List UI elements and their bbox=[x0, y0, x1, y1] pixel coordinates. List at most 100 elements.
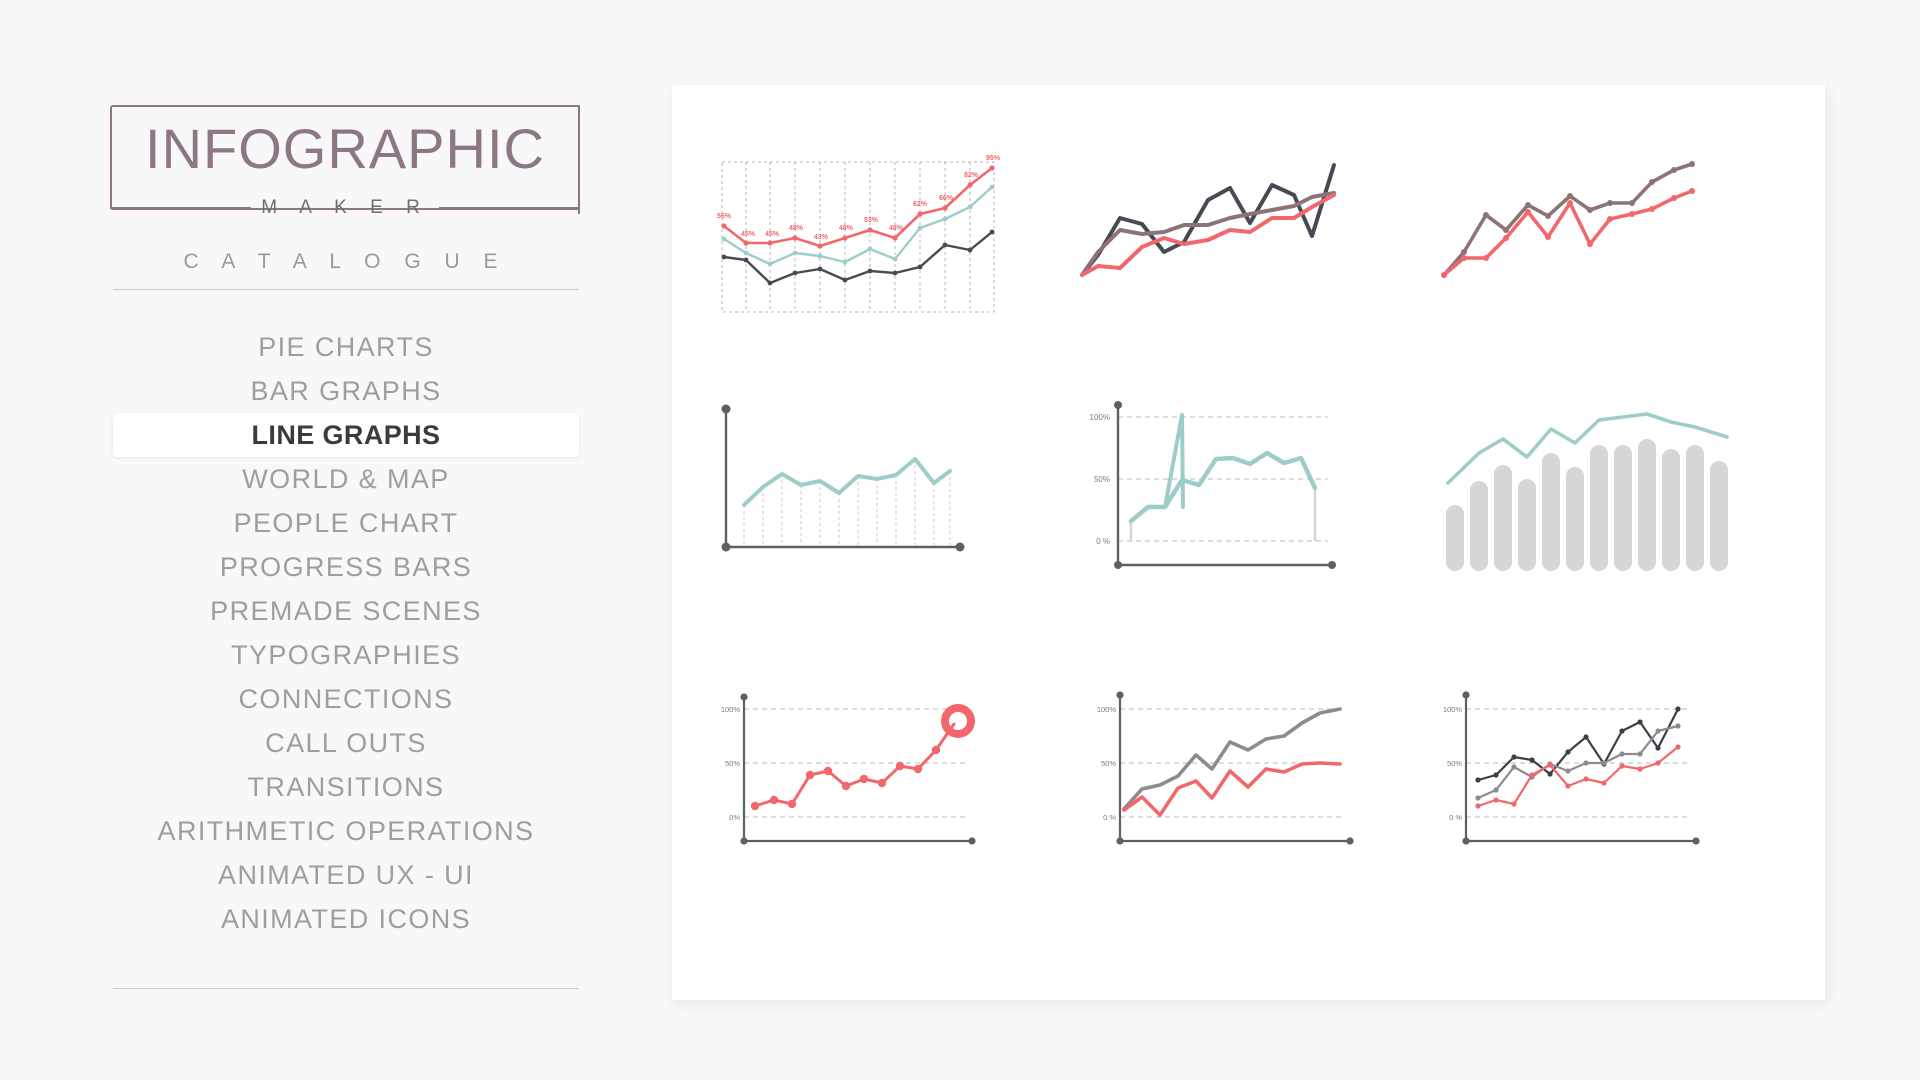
y-axis-tick-labels: 100% 50% 0 % bbox=[1443, 705, 1463, 822]
sidebar-item-bar-graphs[interactable]: BAR GRAPHS bbox=[113, 369, 579, 413]
series-dark bbox=[722, 230, 994, 285]
highlight-donut-marker[interactable] bbox=[941, 704, 975, 738]
series-red bbox=[753, 722, 956, 808]
sidebar-item-arithmetic-operations[interactable]: ARITHMETIC OPERATIONS bbox=[113, 809, 579, 853]
sidebar-item-world-map[interactable]: WORLD & MAP bbox=[113, 457, 579, 501]
series-dark bbox=[1080, 163, 1336, 277]
sidebar-item-people-chart[interactable]: PEOPLE CHART bbox=[113, 501, 579, 545]
svg-text:0%: 0% bbox=[729, 813, 740, 822]
svg-text:62%: 62% bbox=[913, 201, 928, 208]
app-root: INFOGRAPHIC M A K E R C A T A L O G U E … bbox=[0, 0, 1920, 1080]
chart-card-teal-droplines[interactable] bbox=[710, 395, 1040, 645]
chart-card-teal-percent-axis[interactable]: 100% 50% 0 % bbox=[1072, 395, 1402, 645]
axis-dot-origin bbox=[1462, 837, 1470, 845]
axis-dot-origin bbox=[740, 837, 748, 845]
axis-dot-top bbox=[1462, 691, 1470, 699]
svg-text:50%: 50% bbox=[1094, 475, 1110, 484]
droplines bbox=[743, 459, 951, 545]
chart-svg: 56% 45% 45% 48% 43% 48% 53% 48% 62% 66% … bbox=[717, 155, 1001, 313]
svg-text:82%: 82% bbox=[964, 172, 979, 179]
axis-dot-origin bbox=[1116, 837, 1124, 845]
svg-text:45%: 45% bbox=[741, 231, 756, 238]
chart-card-three-series-markers-percent[interactable]: 100% 50% 0 % bbox=[1434, 685, 1764, 935]
axis-dot-right bbox=[1328, 561, 1336, 569]
svg-text:50%: 50% bbox=[1101, 759, 1116, 768]
series-red-markers bbox=[721, 165, 995, 249]
sidebar-item-transitions[interactable]: TRANSITIONS bbox=[113, 765, 579, 809]
svg-text:0 %: 0 % bbox=[1103, 813, 1116, 822]
sidebar-item-pie-charts[interactable]: PIE CHARTS bbox=[113, 325, 579, 369]
chart-card-grid-line-3series-labeled[interactable]: 56% 45% 45% 48% 43% 48% 53% 48% 62% 66% … bbox=[710, 140, 1040, 390]
chart-card-two-series-percent[interactable]: 100% 50% 0 % bbox=[1072, 685, 1402, 935]
svg-text:50%: 50% bbox=[1447, 759, 1462, 768]
catalogue-menu: PIE CHARTS BAR GRAPHS LINE GRAPHS WORLD … bbox=[113, 325, 579, 941]
series-gray bbox=[1122, 707, 1342, 811]
template-gallery-panel: 56% 45% 45% 48% 43% 48% 53% 48% 62% 66% … bbox=[672, 85, 1825, 1000]
axis-dot-top bbox=[1114, 401, 1122, 409]
sidebar-item-progress-bars[interactable]: PROGRESS BARS bbox=[113, 545, 579, 589]
axis-dot-top bbox=[721, 404, 731, 414]
gridlines bbox=[1118, 416, 1328, 542]
axis-dot-origin bbox=[1114, 561, 1122, 569]
chart-frame bbox=[721, 161, 995, 313]
series-red bbox=[1122, 761, 1342, 817]
axis bbox=[742, 697, 972, 843]
chart-card-bars-with-teal-line[interactable] bbox=[1434, 395, 1764, 645]
axis-dot-right bbox=[1692, 837, 1700, 845]
axis-dot-right bbox=[955, 542, 965, 552]
series-red-markers bbox=[1441, 188, 1695, 278]
catalogue-heading: C A T A L O G U E bbox=[183, 250, 507, 273]
svg-text:100%: 100% bbox=[1090, 413, 1110, 422]
axis-dot-right bbox=[968, 837, 976, 845]
axis-dot-origin bbox=[721, 542, 731, 552]
svg-text:100%: 100% bbox=[1443, 705, 1463, 714]
svg-text:100%: 100% bbox=[721, 705, 741, 714]
y-axis-tick-labels: 100% 50% 0 % bbox=[1097, 705, 1117, 822]
divider-bottom bbox=[113, 988, 579, 989]
sidebar-item-premade-scenes[interactable]: PREMADE SCENES bbox=[113, 589, 579, 633]
divider-top bbox=[113, 289, 579, 290]
logo-subtitle: M A K E R bbox=[261, 197, 429, 218]
template-grid: 56% 45% 45% 48% 43% 48% 53% 48% 62% 66% … bbox=[672, 85, 1825, 1000]
sidebar-item-connections[interactable]: CONNECTIONS bbox=[113, 677, 579, 721]
axis bbox=[1464, 695, 1696, 843]
svg-text:53%: 53% bbox=[864, 217, 879, 224]
chart-svg: 100% 50% 0 % bbox=[1090, 401, 1336, 569]
sidebar: INFOGRAPHIC M A K E R C A T A L O G U E … bbox=[0, 0, 600, 1080]
axis-dot-top bbox=[740, 693, 748, 701]
axis-dot-top bbox=[1116, 691, 1124, 699]
y-axis-tick-labels: 100% 50% 0% bbox=[721, 705, 741, 822]
logo-rule-right bbox=[438, 207, 580, 209]
chart-svg bbox=[1080, 163, 1336, 277]
svg-text:48%: 48% bbox=[889, 225, 904, 232]
svg-text:0 %: 0 % bbox=[1449, 813, 1462, 822]
sidebar-item-call-outs[interactable]: CALL OUTS bbox=[113, 721, 579, 765]
sidebar-item-animated-icons[interactable]: ANIMATED ICONS bbox=[113, 897, 579, 941]
axis bbox=[724, 409, 960, 549]
chart-svg bbox=[1441, 161, 1695, 278]
chart-card-freeform-3series[interactable] bbox=[1072, 140, 1402, 390]
series-red bbox=[1476, 745, 1680, 808]
series-red-data-labels: 56% 45% 45% 48% 43% 48% 53% 48% 62% 66% … bbox=[717, 155, 1001, 241]
svg-text:43%: 43% bbox=[814, 234, 829, 241]
svg-text:45%: 45% bbox=[765, 231, 780, 238]
svg-text:48%: 48% bbox=[839, 225, 854, 232]
svg-text:95%: 95% bbox=[986, 155, 1001, 162]
svg-text:56%: 56% bbox=[717, 213, 732, 220]
chart-card-red-dots-donut[interactable]: 100% 50% 0% bbox=[710, 685, 1040, 935]
svg-text:100%: 100% bbox=[1097, 705, 1117, 714]
svg-text:50%: 50% bbox=[725, 759, 740, 768]
series-teal-main bbox=[1128, 450, 1318, 524]
overlay-series-teal bbox=[1446, 412, 1729, 485]
end-connectors bbox=[1129, 488, 1317, 541]
sidebar-item-typographies[interactable]: TYPOGRAPHIES bbox=[113, 633, 579, 677]
chart-svg: 100% 50% 0 % bbox=[1443, 691, 1700, 845]
sidebar-item-animated-ux-ui[interactable]: ANIMATED UX - UI bbox=[113, 853, 579, 897]
logo-subtitle-row: M A K E R bbox=[110, 196, 580, 220]
chart-card-marker-2series[interactable] bbox=[1434, 140, 1764, 390]
bar-series bbox=[1446, 439, 1728, 571]
svg-text:66%: 66% bbox=[939, 195, 954, 202]
sidebar-item-line-graphs[interactable]: LINE GRAPHS bbox=[113, 413, 579, 457]
chart-svg bbox=[1446, 412, 1729, 571]
series-teal bbox=[742, 457, 952, 507]
